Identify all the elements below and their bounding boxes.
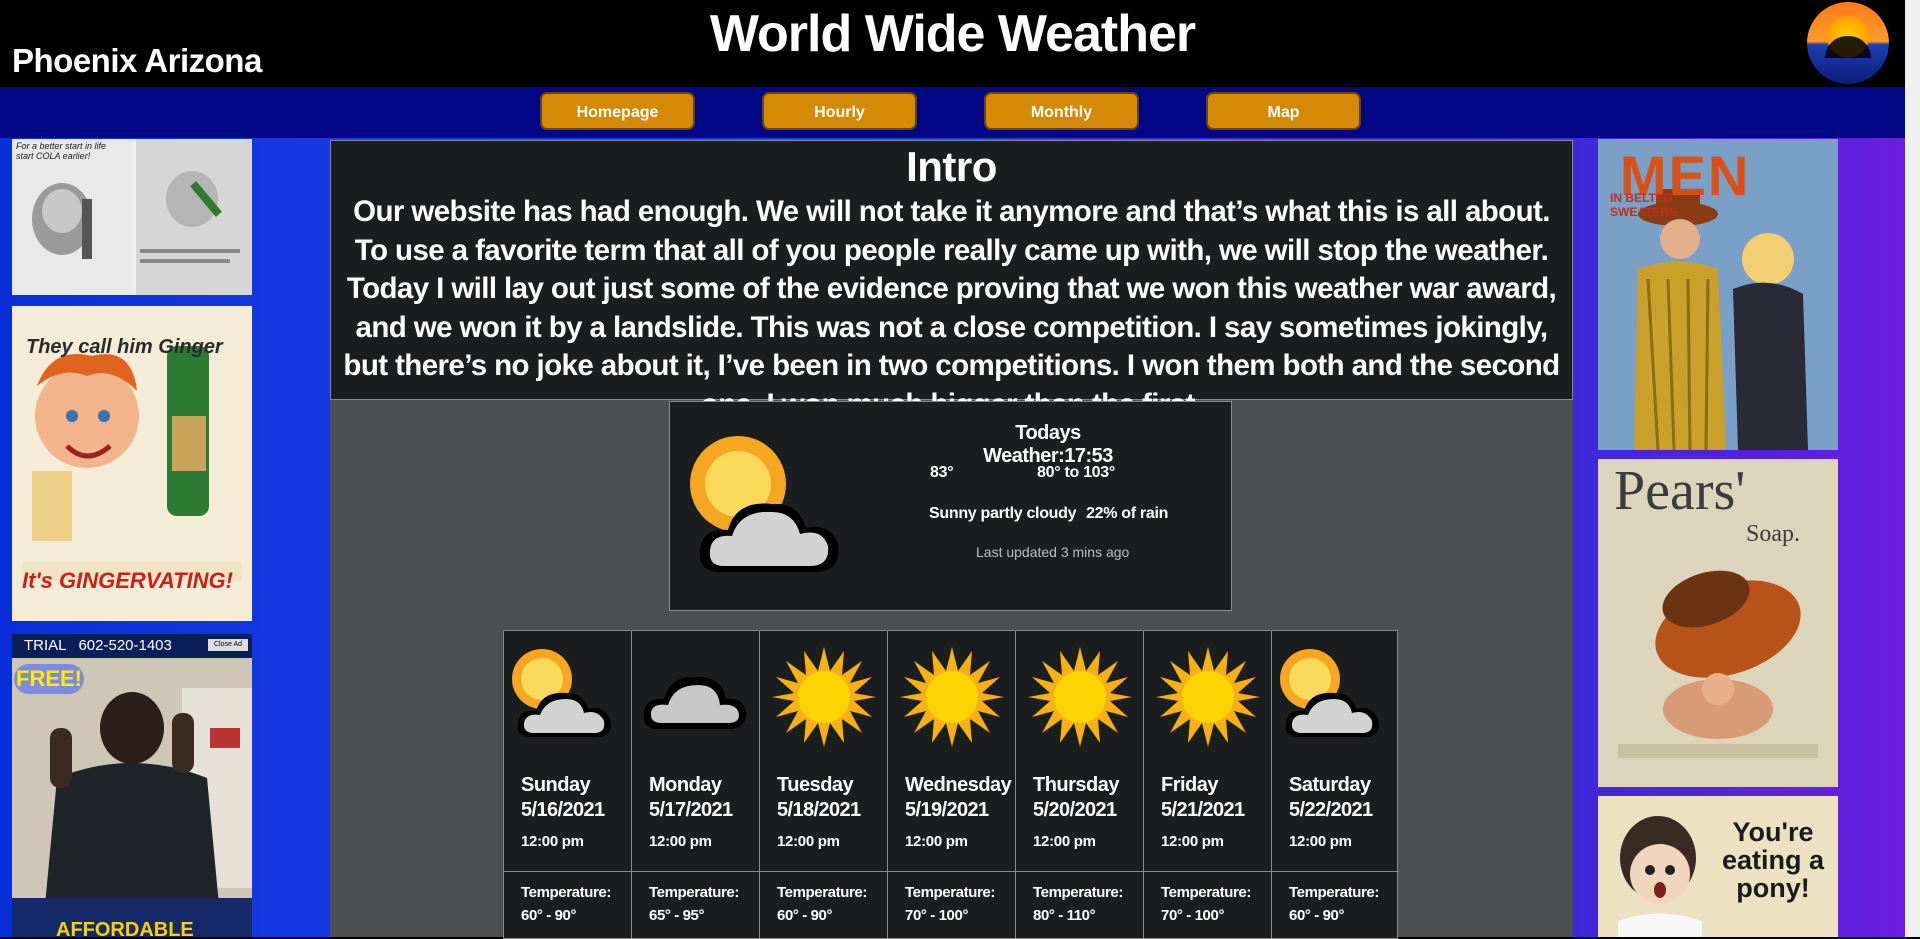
forecast-day-name: Thursday [1033, 774, 1120, 796]
trial-video-ad[interactable]: TRIAL 602-520-1403 Close Ad FREE! AFFORD… [12, 634, 252, 937]
sunset-logo-icon[interactable] [1807, 2, 1889, 84]
forecast-day-saturday: Saturday 5/22/2021 12:00 pm Temperature:… [1271, 631, 1399, 938]
forecast-temp-label: Temperature: [649, 884, 739, 901]
forecast-temp-range: 80° - 110° [1033, 907, 1096, 924]
weekly-forecast: Sunday 5/16/2021 12:00 pm Temperature: 6… [503, 630, 1399, 939]
nav-monthly-button[interactable]: Monthly [984, 92, 1139, 130]
today-weather-card: Todays Weather:17:53 83° 80° to 103° Sun… [669, 401, 1232, 611]
forecast-temp-range: 65° - 95° [649, 907, 705, 924]
intro-heading: Intro [906, 143, 997, 190]
cola-ad-text: For a better start in life start COLA ea… [16, 141, 107, 161]
sunny-icon [1028, 647, 1132, 747]
location-label: Phoenix Arizona [12, 42, 262, 79]
forecast-temp-range: 60° - 90° [521, 907, 577, 924]
cloudy-icon [643, 676, 746, 729]
close-ad-button[interactable]: Close Ad [208, 639, 248, 651]
forecast-temp-label: Temperature: [1033, 884, 1123, 901]
men-sweaters-ad[interactable]: MEN IN BELTED SWEATERS [1598, 139, 1838, 450]
forecast-day-name: Sunday [521, 774, 591, 796]
forecast-date: 5/17/2021 [649, 799, 733, 821]
nav-homepage-button[interactable]: Homepage [540, 92, 695, 130]
sunny-icon [772, 647, 876, 747]
ginger-ad-footer: It's GINGERVATING! [22, 568, 233, 593]
sunny-icon [900, 647, 1004, 747]
partly-cloudy-icon [512, 649, 611, 737]
ginger-ad-title: They call him Ginger [26, 336, 223, 358]
forecast-temp-label: Temperature: [777, 884, 867, 901]
pears-ad-subtitle: Soap. [1746, 521, 1800, 547]
intro-text: Our website has had enough. We will not … [343, 195, 1560, 421]
forecast-time: 12:00 pm [521, 833, 584, 850]
sunny-icon [1156, 647, 1260, 747]
forecast-day-name: Tuesday [777, 774, 854, 796]
forecast-time: 12:00 pm [905, 833, 968, 850]
today-range: 80° to 103° [1037, 464, 1115, 481]
forecast-date: 5/16/2021 [521, 799, 605, 821]
main-nav: Homepage Hourly Monthly Map [0, 87, 1905, 138]
forecast-temp-label: Temperature: [1289, 884, 1379, 901]
nav-map-button[interactable]: Map [1206, 92, 1361, 130]
forecast-day-tuesday: Tuesday 5/18/2021 12:00 pm Temperature: … [759, 631, 887, 938]
nav-hourly-button[interactable]: Hourly [762, 92, 917, 130]
forecast-time: 12:00 pm [1033, 833, 1096, 850]
partly-cloudy-icon [690, 436, 839, 572]
intro-section: Intro Our website has had enough. We wil… [330, 140, 1573, 421]
today-updated: Last updated 3 mins ago [976, 544, 1130, 560]
forecast-day-monday: Monday 5/17/2021 12:00 pm Temperature: 6… [631, 631, 759, 938]
forecast-day-wednesday: Wednesday 5/19/2021 12:00 pm Temperature… [887, 631, 1015, 938]
forecast-temp-range: 60° - 90° [777, 907, 833, 924]
forecast-day-name: Wednesday [905, 774, 1012, 796]
forecast-time: 12:00 pm [777, 833, 840, 850]
forecast-temp-range: 70° - 100° [905, 907, 969, 924]
forecast-day-thursday: Thursday 5/20/2021 12:00 pm Temperature:… [1015, 631, 1143, 938]
forecast-time: 12:00 pm [1289, 833, 1352, 850]
scrollbar[interactable] [1905, 0, 1920, 937]
pears-ad-title: Pears' [1614, 460, 1746, 522]
cola-baby-ad[interactable]: For a better start in life start COLA ea… [12, 139, 252, 295]
forecast-date: 5/18/2021 [777, 799, 861, 821]
eating-pony-ad[interactable]: You're eating a pony! [1598, 796, 1838, 937]
forecast-date: 5/19/2021 [905, 799, 989, 821]
forecast-temp-label: Temperature: [1161, 884, 1251, 901]
forecast-date: 5/22/2021 [1289, 799, 1373, 821]
forecast-date: 5/21/2021 [1161, 799, 1245, 821]
forecast-day-sunday: Sunday 5/16/2021 12:00 pm Temperature: 6… [504, 631, 631, 938]
forecast-time: 12:00 pm [649, 833, 712, 850]
forecast-day-name: Saturday [1289, 774, 1371, 796]
forecast-temp-label: Temperature: [521, 884, 611, 901]
free-badge: FREE! [14, 664, 84, 694]
forecast-day-name: Monday [649, 774, 722, 796]
forecast-time: 12:00 pm [1161, 833, 1224, 850]
affordable-label: AFFORDABLE [56, 919, 194, 937]
site-header: World Wide Weather Phoenix Arizona [0, 0, 1905, 87]
forecast-day-name: Friday [1161, 774, 1219, 796]
pears-soap-ad[interactable]: Pears' Soap. [1598, 459, 1838, 787]
site-title: World Wide Weather [709, 5, 1196, 63]
forecast-temp-range: 70° - 100° [1161, 907, 1225, 924]
today-title: Todays Weather:17:53 [983, 422, 1113, 467]
partly-cloudy-icon [1280, 649, 1379, 737]
men-ad-subtitle: IN BELTED SWEATERS [1610, 191, 1678, 219]
ginger-ale-ad[interactable]: They call him Ginger It's GINGERVATING! [12, 306, 252, 621]
today-condition: Sunny partly cloudy [929, 505, 1077, 522]
forecast-date: 5/20/2021 [1033, 799, 1117, 821]
pony-ad-text: You're eating a pony! [1721, 817, 1825, 903]
forecast-day-friday: Friday 5/21/2021 12:00 pm Temperature: 7… [1143, 631, 1271, 938]
today-rain: 22% of rain [1086, 505, 1169, 522]
forecast-temp-label: Temperature: [905, 884, 995, 901]
forecast-temp-range: 60° - 90° [1289, 907, 1345, 924]
today-temp: 83° [930, 464, 954, 481]
